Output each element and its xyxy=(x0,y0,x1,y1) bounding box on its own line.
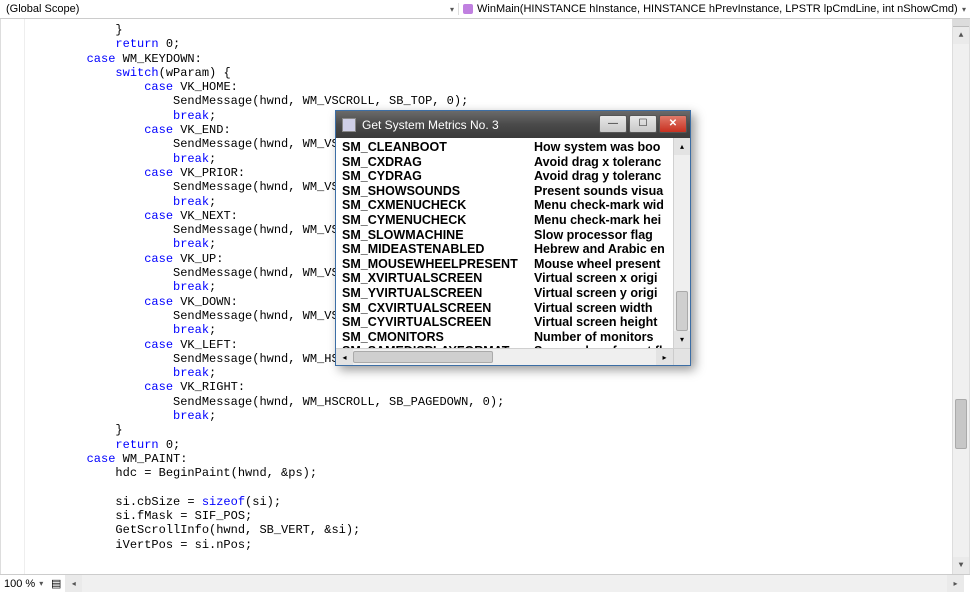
metric-desc: Menu check-mark hei xyxy=(534,213,673,228)
metric-name: SM_SLOWMACHINE xyxy=(342,228,534,243)
metric-desc: Virtual screen width xyxy=(534,301,673,316)
scope-label: (Global Scope) xyxy=(6,3,79,15)
view-toggle-icon[interactable]: ▤ xyxy=(49,577,63,590)
popup-horizontal-scrollbar[interactable]: ◂ ▸ xyxy=(336,348,690,365)
metric-desc: Slow processor flag xyxy=(534,228,673,243)
zoom-value: 100 % xyxy=(4,578,35,590)
split-handle[interactable] xyxy=(953,19,969,27)
metric-desc: Hebrew and Arabic en xyxy=(534,242,673,257)
metric-name: SM_CXMENUCHECK xyxy=(342,198,534,213)
metric-desc: Number of monitors xyxy=(534,330,673,345)
metric-name: SM_CYVIRTUALSCREEN xyxy=(342,315,534,330)
metric-name: SM_SAMEDISPLAYFORMAT xyxy=(342,344,534,348)
scroll-right-arrow-icon[interactable]: ▸ xyxy=(656,349,673,365)
chevron-down-icon: ▾ xyxy=(962,5,966,14)
scroll-right-arrow-icon[interactable]: ▸ xyxy=(947,575,964,592)
zoom-dropdown[interactable]: 100 % ▾ xyxy=(4,578,43,590)
metric-name: SM_CXVIRTUALSCREEN xyxy=(342,301,534,316)
chevron-down-icon: ▾ xyxy=(39,579,43,588)
metric-name: SM_CMONITORS xyxy=(342,330,534,345)
metric-name: SM_CLEANBOOT xyxy=(342,140,534,155)
minimize-button[interactable]: — xyxy=(599,115,627,133)
titlebar[interactable]: Get System Metrics No. 3 — ☐ ✕ xyxy=(336,111,690,138)
metric-desc: Present sounds visua xyxy=(534,184,673,199)
popup-content[interactable]: SM_CLEANBOOTSM_CXDRAGSM_CYDRAGSM_SHOWSOU… xyxy=(336,138,673,348)
scroll-left-arrow-icon[interactable]: ◂ xyxy=(65,575,82,592)
window-title: Get System Metrics No. 3 xyxy=(362,118,597,132)
function-label: WinMain(HINSTANCE hInstance, HINSTANCE h… xyxy=(463,3,958,15)
scroll-thumb[interactable] xyxy=(353,351,493,363)
metric-desc: Menu check-mark wid xyxy=(534,198,673,213)
gutter xyxy=(1,19,25,574)
metric-desc: How system was boo xyxy=(534,140,673,155)
app-icon xyxy=(342,118,356,132)
scroll-down-arrow-icon[interactable]: ▼ xyxy=(953,557,969,574)
metric-name: SM_XVIRTUALSCREEN xyxy=(342,271,534,286)
maximize-button[interactable]: ☐ xyxy=(629,115,657,133)
status-bar: 100 % ▾ ▤ ◂ ▸ xyxy=(0,574,970,592)
chevron-down-icon: ▾ xyxy=(450,5,454,14)
metric-name: SM_CXDRAG xyxy=(342,155,534,170)
popup-window: Get System Metrics No. 3 — ☐ ✕ SM_CLEANB… xyxy=(335,110,691,366)
metric-desc: Avoid drag x toleranc xyxy=(534,155,673,170)
scroll-thumb[interactable] xyxy=(676,291,688,331)
function-dropdown[interactable]: WinMain(HINSTANCE hInstance, HINSTANCE h… xyxy=(458,3,966,15)
resize-grip[interactable] xyxy=(673,349,690,365)
scope-dropdown[interactable]: (Global Scope) ▾ xyxy=(6,3,458,15)
metric-name: SM_CYMENUCHECK xyxy=(342,213,534,228)
popup-vertical-scrollbar[interactable]: ▴ ▾ xyxy=(673,138,690,348)
horizontal-scrollbar[interactable]: ◂ ▸ xyxy=(65,575,964,592)
vertical-scrollbar[interactable]: ▲ ▼ xyxy=(952,19,969,574)
scroll-left-arrow-icon[interactable]: ◂ xyxy=(336,349,353,365)
navigation-bar: (Global Scope) ▾ WinMain(HINSTANCE hInst… xyxy=(0,0,970,19)
metric-name: SM_YVIRTUALSCREEN xyxy=(342,286,534,301)
metric-desc: Avoid drag y toleranc xyxy=(534,169,673,184)
metric-desc: Virtual screen height xyxy=(534,315,673,330)
scroll-thumb[interactable] xyxy=(955,399,967,449)
metric-name: SM_SHOWSOUNDS xyxy=(342,184,534,199)
metric-name: SM_MIDEASTENABLED xyxy=(342,242,534,257)
metric-desc: Virtual screen y origi xyxy=(534,286,673,301)
scroll-up-arrow-icon[interactable]: ▴ xyxy=(674,138,690,155)
metric-desc: Same colour format fl xyxy=(534,344,673,348)
metric-name: SM_MOUSEWHEELPRESENT xyxy=(342,257,534,272)
scroll-down-arrow-icon[interactable]: ▾ xyxy=(674,331,690,348)
metric-desc: Mouse wheel present xyxy=(534,257,673,272)
function-icon xyxy=(463,4,473,14)
close-button[interactable]: ✕ xyxy=(659,115,687,133)
metric-name: SM_CYDRAG xyxy=(342,169,534,184)
metric-desc: Virtual screen x origi xyxy=(534,271,673,286)
scroll-up-arrow-icon[interactable]: ▲ xyxy=(953,27,969,44)
